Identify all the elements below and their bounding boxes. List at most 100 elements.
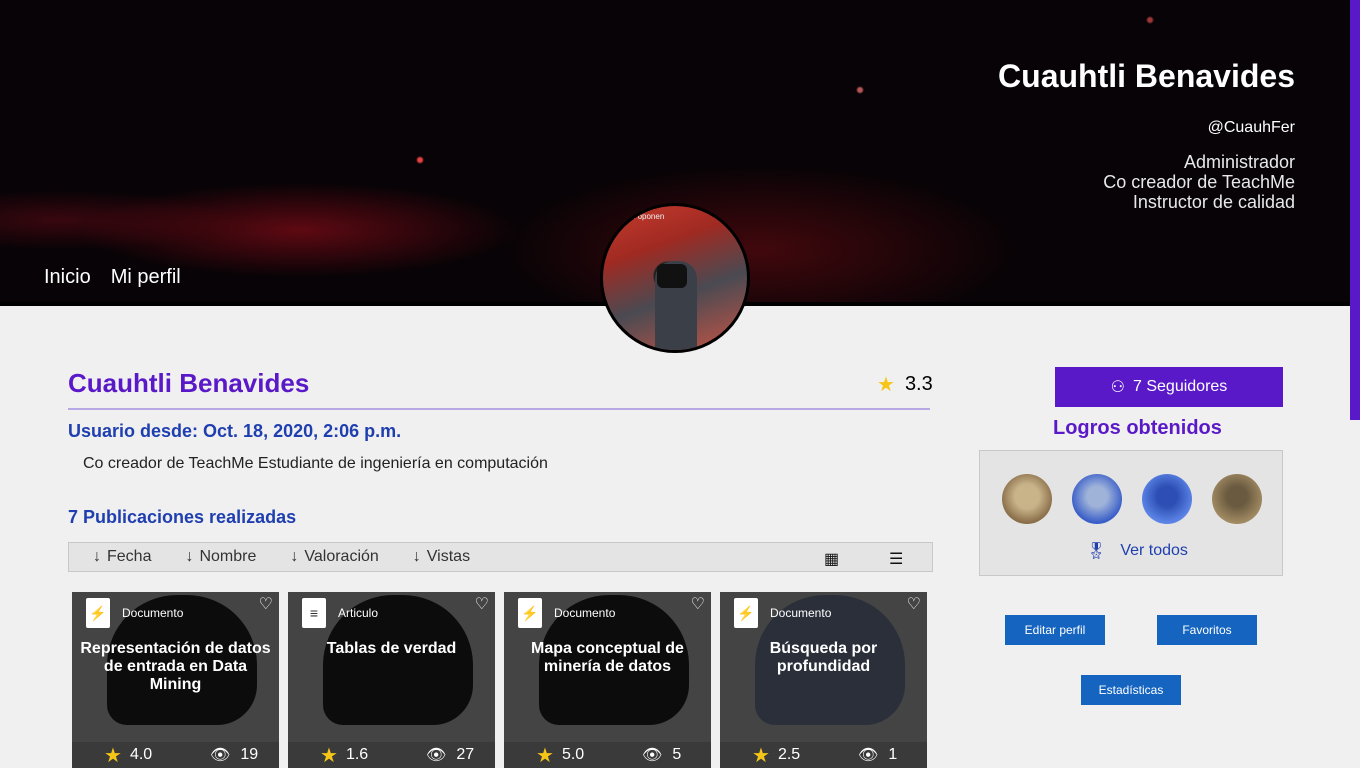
heart-icon[interactable]: ♡ <box>691 594 705 614</box>
see-all-link[interactable]: 🎖 Ver todos <box>1086 541 1188 561</box>
role-item: Co creador de TeachMe <box>1103 172 1295 192</box>
achievement-badge[interactable] <box>1002 474 1052 524</box>
sort-fecha[interactable]: ↓ Fecha <box>93 548 151 566</box>
rating-value: 3.3 <box>904 373 933 395</box>
eye-icon: 👁 <box>210 747 231 764</box>
rating-value: 2.5 <box>777 746 801 763</box>
sort-nombre[interactable]: ↓ Nombre <box>185 548 256 566</box>
card-views: 👁 19 <box>210 745 258 765</box>
achievements-box: 🎖 Ver todos <box>979 450 1283 576</box>
profile-bio: Co creador de TeachMe Estudiante de inge… <box>83 455 548 472</box>
pdf-icon: ⚡ <box>518 598 542 628</box>
card-footer: ★ 2.5 👁 1 <box>720 742 927 768</box>
card-type: Documento <box>122 606 184 620</box>
heart-icon[interactable]: ♡ <box>259 594 273 614</box>
card-footer: ★ 5.0 👁 5 <box>504 742 711 768</box>
statistics-button[interactable]: Estadísticas <box>1081 675 1181 705</box>
hero-handle: @CuauhFer <box>1207 119 1295 136</box>
card-title: Búsqueda por profundidad <box>769 640 878 675</box>
publication-card[interactable]: ⚡ Documento ♡ Representación de datos de… <box>72 592 279 768</box>
card-views: 👁 27 <box>426 745 474 765</box>
grid-view-icon[interactable]: ▦ <box>824 549 839 569</box>
role-item: Administrador <box>1183 152 1295 172</box>
card-views: 👁 5 <box>642 745 681 765</box>
arrow-down-icon: ↓ <box>290 548 299 565</box>
avatar-caption: a tus oponen <box>618 212 665 221</box>
member-since: Usuario desde: Oct. 18, 2020, 2:06 p.m. <box>68 421 402 441</box>
hero-roles: Administrador Co creador de TeachMe Inst… <box>1103 152 1295 212</box>
publication-cards: ⚡ Documento ♡ Representación de datos de… <box>72 592 927 768</box>
card-rating: ★ 5.0 <box>536 743 584 768</box>
role-item: Instructor de calidad <box>1132 192 1295 212</box>
card-rating: ★ 4.0 <box>104 743 152 768</box>
card-views: 👁 1 <box>858 745 897 765</box>
arrow-down-icon: ↓ <box>185 548 194 565</box>
sort-label: Vistas <box>426 548 471 565</box>
publication-card[interactable]: ⚡ Documento ♡ Búsqueda por profundidad ★… <box>720 592 927 768</box>
views-value: 19 <box>240 746 259 763</box>
followers-label: 7 Seguidores <box>1133 378 1228 395</box>
star-icon: ★ <box>536 744 554 767</box>
card-title: Tablas de verdad <box>326 640 457 657</box>
eye-icon: 👁 <box>426 747 447 764</box>
sort-label: Valoración <box>304 548 379 565</box>
favorites-button[interactable]: Favoritos <box>1157 615 1257 645</box>
article-icon: ≡ <box>302 598 326 628</box>
achievements-title: Logros obtenidos <box>1053 417 1222 439</box>
rating-value: 1.6 <box>345 746 369 763</box>
edit-profile-button[interactable]: Editar perfil <box>1005 615 1105 645</box>
see-all-label: Ver todos <box>1120 542 1188 559</box>
pdf-icon: ⚡ <box>734 598 758 628</box>
main-nav: Inicio Mi perfil <box>44 266 181 289</box>
card-title: Representación de datos de entrada en Da… <box>80 640 271 693</box>
achievement-badge[interactable] <box>1212 474 1262 524</box>
publication-card[interactable]: ≡ Articulo ♡ Tablas de verdad ★ 1.6 👁 27 <box>288 592 495 768</box>
title-divider <box>68 408 930 410</box>
card-type: Articulo <box>338 606 379 620</box>
publication-card[interactable]: ⚡ Documento ♡ Mapa conceptual de minería… <box>504 592 711 768</box>
card-footer: ★ 4.0 👁 19 <box>72 742 279 768</box>
sort-bar: ↓ Fecha ↓ Nombre ↓ Valoración ↓ Vistas ▦ ☰ <box>68 542 933 572</box>
nav-mi-perfil[interactable]: Mi perfil <box>111 266 181 289</box>
sort-vistas[interactable]: ↓ Vistas <box>413 548 470 566</box>
arrow-down-icon: ↓ <box>93 548 101 565</box>
sort-label: Fecha <box>107 548 152 565</box>
sort-label: Nombre <box>199 548 257 565</box>
eye-icon: 👁 <box>858 747 879 764</box>
star-icon: ★ <box>104 744 122 767</box>
achievement-badge[interactable] <box>1072 474 1122 524</box>
heart-icon[interactable]: ♡ <box>907 594 921 614</box>
profile-rating: ★ 3.3 <box>877 372 933 397</box>
award-icon: 🎖 <box>1086 543 1107 560</box>
followers-button[interactable]: ⚇ 7 Seguidores <box>1055 367 1283 407</box>
avatar: a tus oponen <box>600 203 750 353</box>
list-view-icon[interactable]: ☰ <box>889 549 903 569</box>
rating-value: 4.0 <box>129 746 153 763</box>
scrollbar[interactable] <box>1350 0 1360 420</box>
views-value: 5 <box>672 746 682 763</box>
achievement-badge[interactable] <box>1142 474 1192 524</box>
card-type: Documento <box>770 606 832 620</box>
eye-icon: 👁 <box>642 747 663 764</box>
publications-count: 7 Publicaciones realizadas <box>68 507 297 527</box>
card-title: Mapa conceptual de minería de datos <box>531 640 684 675</box>
views-value: 27 <box>456 746 475 763</box>
avatar-vr-headset <box>657 264 687 288</box>
pdf-icon: ⚡ <box>86 598 110 628</box>
card-footer: ★ 1.6 👁 27 <box>288 742 495 768</box>
rating-value: 5.0 <box>561 746 585 763</box>
nav-inicio[interactable]: Inicio <box>44 266 91 289</box>
card-rating: ★ 1.6 <box>320 743 368 768</box>
views-value: 1 <box>888 746 898 763</box>
card-type: Documento <box>554 606 616 620</box>
star-icon: ★ <box>320 744 338 767</box>
hero-name: Cuauhtli Benavides <box>998 58 1295 94</box>
card-rating: ★ 2.5 <box>752 743 800 768</box>
star-icon: ★ <box>752 744 770 767</box>
star-icon: ★ <box>877 374 895 396</box>
arrow-down-icon: ↓ <box>412 548 421 565</box>
user-icon: ⚇ <box>1110 379 1126 396</box>
profile-name: Cuauhtli Benavides <box>68 368 310 398</box>
heart-icon[interactable]: ♡ <box>475 594 489 614</box>
sort-valoracion[interactable]: ↓ Valoración <box>290 548 378 566</box>
